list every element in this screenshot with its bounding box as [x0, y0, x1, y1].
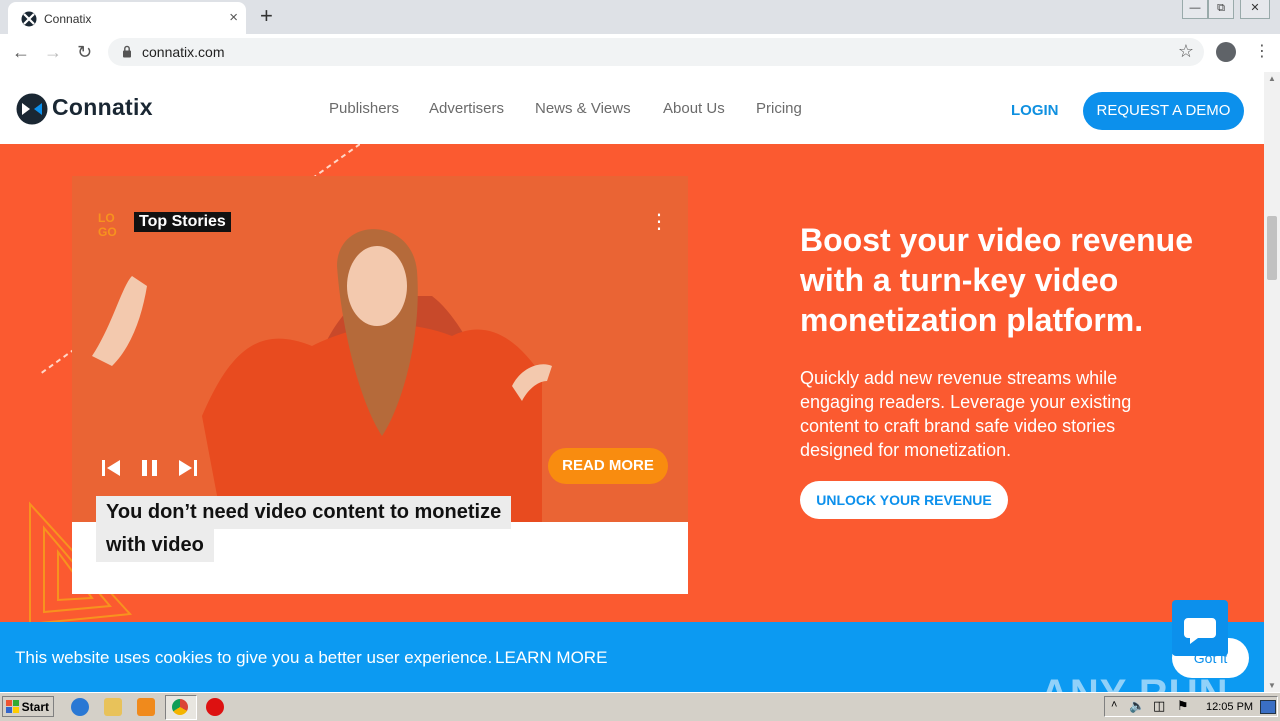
- start-button[interactable]: Start: [2, 696, 54, 717]
- internet-explorer-icon[interactable]: [71, 698, 89, 716]
- read-more-button[interactable]: READ MORE: [548, 448, 668, 484]
- tray-expand-icon[interactable]: ˄: [1111, 699, 1117, 711]
- nav-pricing[interactable]: Pricing: [756, 100, 802, 117]
- explorer-folder-icon[interactable]: [104, 698, 122, 716]
- browser-menu-icon[interactable]: ⋮: [1254, 42, 1270, 62]
- page-scrollbar[interactable]: ▲ ▼: [1264, 72, 1280, 692]
- next-icon[interactable]: [177, 458, 199, 478]
- connatix-logo-icon[interactable]: [16, 93, 48, 125]
- start-label: Start: [21, 700, 49, 714]
- minimize-button[interactable]: —: [1182, 0, 1208, 19]
- close-window-button[interactable]: ✕: [1240, 0, 1270, 19]
- previous-icon[interactable]: [100, 458, 122, 478]
- chrome-icon: [172, 699, 188, 715]
- video-caption-line-2: with video: [96, 529, 214, 562]
- site-header: Connatix Publishers Advertisers News & V…: [0, 72, 1264, 144]
- bookmark-star-icon[interactable]: ☆: [1178, 41, 1194, 62]
- volume-icon[interactable]: 🔈: [1129, 698, 1145, 714]
- video-player[interactable]: LO GO Top Stories ⋮ READ MORE: [72, 176, 688, 522]
- forward-icon[interactable]: →: [44, 42, 62, 62]
- brand-name[interactable]: Connatix: [52, 94, 153, 121]
- svg-text:LO: LO: [98, 211, 115, 225]
- nav-news-views[interactable]: News & Views: [535, 100, 631, 117]
- top-stories-label: Top Stories: [134, 212, 231, 232]
- restore-button[interactable]: ⧉: [1208, 0, 1234, 19]
- scroll-up-icon[interactable]: ▲: [1268, 74, 1276, 83]
- windows-taskbar: Start ˄ 🔈 ◫ ⚑ 12:05 PM: [0, 692, 1280, 721]
- cookie-text: This website uses cookies to give you a …: [15, 648, 493, 667]
- video-logo-icon: LO GO: [98, 211, 117, 238]
- browser-tab[interactable]: Connatix ×: [8, 2, 246, 34]
- tab-title: Connatix: [44, 12, 92, 26]
- scroll-down-icon[interactable]: ▼: [1268, 681, 1276, 690]
- hero-section: LO GO Top Stories ⋮ READ MORE You don’t …: [0, 144, 1264, 624]
- scrollbar-thumb[interactable]: [1267, 216, 1277, 280]
- unlock-revenue-button[interactable]: UNLOCK YOUR REVENUE: [800, 481, 1008, 519]
- url-text: connatix.com: [142, 44, 225, 60]
- action-center-flag-icon[interactable]: ⚑: [1177, 698, 1189, 714]
- chat-bubble-icon: [1184, 618, 1216, 644]
- profile-avatar-icon[interactable]: [1216, 42, 1236, 62]
- video-menu-icon[interactable]: ⋮: [649, 212, 669, 232]
- browser-toolbar: ← → ↻ connatix.com ☆ ⋮: [0, 34, 1280, 73]
- show-desktop-icon[interactable]: [1260, 700, 1276, 714]
- windows-logo-icon: [6, 700, 19, 713]
- pause-icon[interactable]: [139, 458, 161, 478]
- back-icon[interactable]: ←: [12, 42, 30, 62]
- new-tab-button[interactable]: +: [260, 5, 273, 27]
- opera-icon[interactable]: [206, 698, 224, 716]
- nav-advertisers[interactable]: Advertisers: [429, 100, 504, 117]
- nav-publishers[interactable]: Publishers: [329, 100, 399, 117]
- video-caption-line-1: You don’t need video content to monetize: [96, 496, 512, 529]
- web-page: Connatix Publishers Advertisers News & V…: [0, 72, 1264, 692]
- nav-about-us[interactable]: About Us: [663, 100, 725, 117]
- login-link[interactable]: LOGIN: [1011, 102, 1059, 119]
- lock-icon: [123, 45, 131, 58]
- browser-tab-strip: Connatix × + — ⧉ ✕: [0, 0, 1280, 34]
- network-icon[interactable]: ◫: [1153, 698, 1165, 714]
- anyrun-watermark: ANY RUN: [1040, 672, 1229, 692]
- chat-button[interactable]: [1172, 600, 1228, 656]
- reload-icon[interactable]: ↻: [77, 42, 92, 62]
- request-demo-button[interactable]: REQUEST A DEMO: [1083, 92, 1244, 130]
- chrome-taskbar-button[interactable]: [165, 695, 197, 720]
- connatix-favicon-icon: [21, 11, 37, 27]
- cookie-learn-more-link[interactable]: LEARN MORE: [495, 648, 607, 668]
- hero-subtext: Quickly add new revenue streams while en…: [800, 368, 1132, 460]
- media-player-icon[interactable]: [137, 698, 155, 716]
- address-bar[interactable]: connatix.com ☆: [108, 38, 1204, 66]
- hero-headline: Boost your video revenue with a turn-key…: [800, 222, 1193, 338]
- svg-text:GO: GO: [98, 225, 117, 238]
- tab-close-icon[interactable]: ×: [229, 9, 238, 27]
- taskbar-clock: 12:05 PM: [1206, 701, 1254, 713]
